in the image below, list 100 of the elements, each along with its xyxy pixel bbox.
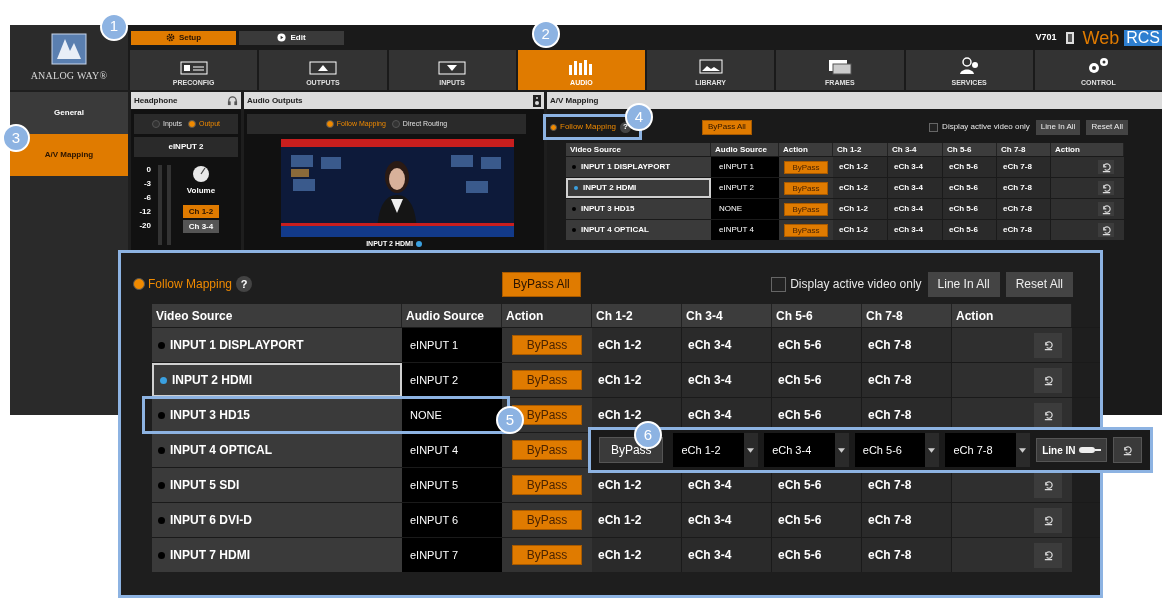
column-header: Action <box>952 304 1072 327</box>
checkbox-label: Display active video only <box>942 121 1030 133</box>
restore-button[interactable] <box>1098 160 1114 174</box>
bypass-all-button[interactable]: ByPass All <box>702 119 752 135</box>
table-cell: eCh 3-4 <box>888 220 943 240</box>
mode-tab[interactable]: Setup <box>131 30 236 45</box>
image-icon <box>698 58 723 75</box>
table-cell[interactable]: INPUT 2 HDMI <box>566 178 711 198</box>
table-cell: eINPUT 5 <box>402 468 502 502</box>
channel-dropdown[interactable]: eCh 5-6 <box>854 433 940 467</box>
bypass-button[interactable]: ByPass <box>512 475 582 495</box>
table-cell: eCh 7-8 <box>862 538 952 572</box>
table-cell[interactable]: INPUT 7 HDMI <box>152 538 402 572</box>
table-cell: eCh 1-2 <box>592 538 682 572</box>
bypass-button[interactable]: ByPass <box>512 440 582 460</box>
bypass-button[interactable]: ByPass <box>784 202 828 216</box>
table-cell: eCh 3-4 <box>682 328 772 362</box>
checkbox[interactable] <box>771 276 787 292</box>
bypass-button[interactable]: ByPass <box>784 181 828 195</box>
column-header: Ch 7-8 <box>997 143 1051 156</box>
radio-option[interactable]: Follow Mapping <box>133 275 233 293</box>
scale-label: -3 <box>142 179 151 188</box>
table-cell: eINPUT 2 <box>402 363 502 397</box>
table-cell: eINPUT 4 <box>402 433 502 467</box>
restore-button[interactable] <box>1113 437 1142 463</box>
version-label: V701 <box>1035 30 1057 44</box>
restore-button[interactable] <box>1034 402 1062 428</box>
column-header: Ch 7-8 <box>862 304 952 327</box>
bypass-button[interactable]: ByPass <box>512 370 582 390</box>
column-header: Ch 3-4 <box>888 143 943 156</box>
table-cell: eCh 1-2 <box>833 199 888 219</box>
radio-option[interactable]: Follow Mapping <box>550 121 617 133</box>
panel-title: Audio Outputs <box>247 94 303 107</box>
checkbox-label: Display active video only <box>790 276 922 293</box>
sidebar-item[interactable]: General <box>10 92 128 134</box>
panel-title: A/V Mapping <box>550 94 599 107</box>
table-cell[interactable]: INPUT 3 HD15 <box>152 398 402 432</box>
bypass-all-button[interactable]: ByPass All <box>502 271 581 297</box>
bypass-button[interactable]: ByPass <box>512 335 582 355</box>
table-cell[interactable]: INPUT 5 SDI <box>152 468 402 502</box>
checkbox[interactable] <box>929 122 939 132</box>
table-cell: eCh 1-2 <box>592 328 682 362</box>
restore-button[interactable] <box>1034 507 1062 533</box>
channel-button[interactable]: Ch 3-4 <box>183 220 219 233</box>
logo-icon <box>51 32 87 65</box>
bypass-button[interactable]: ByPass <box>784 160 828 174</box>
reset-all-button[interactable]: Reset All <box>1005 271 1073 297</box>
restore-icon <box>1042 409 1054 421</box>
mode-tab[interactable]: Edit <box>239 30 344 45</box>
table-cell: eCh 5-6 <box>943 178 997 198</box>
restore-icon <box>1100 203 1112 215</box>
caret-icon <box>747 447 755 453</box>
table-cell: NONE <box>711 199 779 219</box>
restore-button[interactable] <box>1098 202 1114 216</box>
table-cell: eCh 3-4 <box>682 538 772 572</box>
channel-dropdown[interactable]: eCh 1-2 <box>673 433 759 467</box>
table-cell[interactable]: INPUT 4 OPTICAL <box>566 220 711 240</box>
restore-button[interactable] <box>1034 542 1062 568</box>
scale-label: -6 <box>142 193 151 202</box>
table-cell: NONE <box>402 398 502 432</box>
restore-icon <box>1042 374 1054 386</box>
channel-button[interactable]: Ch 1-2 <box>183 205 219 218</box>
column-header: Audio Source <box>402 304 502 327</box>
bypass-button[interactable]: ByPass <box>512 545 582 565</box>
table-cell[interactable]: INPUT 1 DISPLAYPORT <box>152 328 402 362</box>
restore-button[interactable] <box>1034 332 1062 358</box>
screen-icon <box>179 60 208 75</box>
table-cell[interactable]: INPUT 3 HD15 <box>566 199 711 219</box>
restore-button[interactable] <box>1098 223 1114 237</box>
column-header: Audio Source <box>711 143 779 156</box>
line-in-button[interactable]: Line IN <box>1036 438 1108 462</box>
table-cell[interactable]: INPUT 1 DISPLAYPORT <box>566 157 711 177</box>
restore-button[interactable] <box>1034 472 1062 498</box>
callout-badge: 3 <box>2 124 30 152</box>
restore-icon <box>1042 549 1054 561</box>
reset-all-button[interactable]: Reset All <box>1086 119 1128 135</box>
line-in-all-button[interactable]: Line In All <box>1035 119 1081 135</box>
table-cell: eINPUT 6 <box>402 503 502 537</box>
line-in-all-button[interactable]: Line In All <box>927 271 1000 297</box>
restore-icon <box>1122 444 1134 456</box>
channel-dropdown[interactable]: eCh 7-8 <box>945 433 1031 467</box>
gears-icon <box>1086 56 1111 75</box>
table-cell[interactable]: INPUT 6 DVI-D <box>152 503 402 537</box>
table-cell: eCh 7-8 <box>862 363 952 397</box>
table-cell[interactable]: INPUT 4 OPTICAL <box>152 433 402 467</box>
bypass-button[interactable]: ByPass <box>784 223 828 237</box>
restore-button[interactable] <box>1034 367 1062 393</box>
scale-label: 0 <box>145 165 151 174</box>
bypass-button[interactable]: ByPass <box>512 510 582 530</box>
callout-badge: 2 <box>531 20 560 48</box>
headphones-icon <box>227 95 238 106</box>
channel-dropdown[interactable]: eCh 3-4 <box>764 433 849 467</box>
restore-icon <box>1042 479 1054 491</box>
volume-knob[interactable] <box>192 165 210 183</box>
help-button[interactable]: ? <box>236 276 253 292</box>
column-header: Ch 3-4 <box>682 304 772 327</box>
restore-icon <box>1100 182 1112 194</box>
restore-button[interactable] <box>1098 181 1114 195</box>
table-cell[interactable]: INPUT 2 HDMI <box>152 363 402 397</box>
caret-icon <box>1019 447 1027 453</box>
